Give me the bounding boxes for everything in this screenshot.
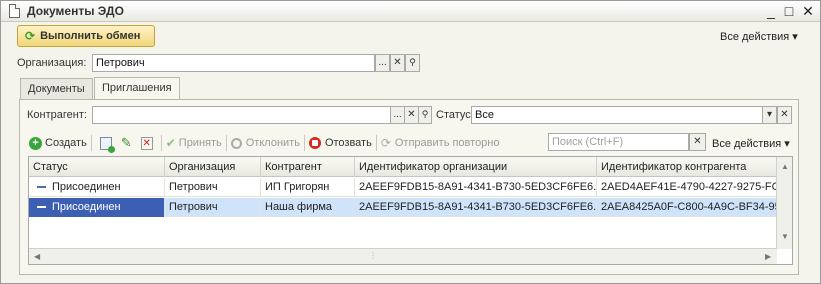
scroll-right-icon[interactable]: ▶	[765, 252, 771, 261]
organization-field[interactable]: Петрович	[92, 54, 375, 72]
separator	[303, 135, 305, 151]
edit-icon[interactable]: ✎	[121, 135, 132, 151]
list-all-actions-menu[interactable]: Все действия ▾	[712, 137, 790, 150]
counterparty-clear-button[interactable]: ✕	[404, 106, 419, 124]
row-org-id-cell: 2AEEF9FDB15-8A91-4341-B730-5ED3CF6FE6...	[355, 178, 597, 197]
column-header-status[interactable]: Статус	[29, 157, 165, 177]
exchange-button-label: Выполнить обмен	[40, 30, 141, 42]
prohibited-icon	[230, 137, 242, 149]
refresh-icon: ⟳	[25, 29, 36, 43]
refresh-icon: ⟳	[380, 136, 391, 150]
search-clear-button[interactable]: ✕	[689, 133, 706, 151]
row-counterparty-cell: Наша фирма	[261, 198, 355, 217]
close-button[interactable]: ✕	[800, 3, 816, 19]
add-icon: +	[29, 136, 42, 150]
all-actions-menu[interactable]: Все действия ▾	[720, 30, 798, 43]
column-header-org-id[interactable]: Идентификатор организации	[355, 157, 597, 177]
status-label: Статус:	[436, 109, 474, 121]
status-text: Присоединен	[52, 181, 121, 193]
status-text: Присоединен	[52, 201, 121, 213]
scroll-thumb-grip-icon[interactable]: ⋮	[369, 251, 377, 260]
minimize-button[interactable]: _	[763, 3, 779, 19]
resend-button[interactable]: ⟳ Отправить повторно	[381, 136, 500, 150]
row-counterparty-id-cell: 2AEA8425A0F-C800-4A9C-BF34-958	[601, 201, 777, 213]
create-button-label: Создать	[45, 137, 87, 149]
accept-button[interactable]: ✔ Принять	[166, 136, 222, 150]
scroll-left-icon[interactable]: ◀	[34, 252, 40, 261]
window-title: Документы ЭДО	[27, 4, 124, 18]
separator	[375, 135, 377, 151]
magnifier-icon: ⚲	[409, 57, 416, 67]
table-header: Статус Организация Контрагент Идентифика…	[29, 157, 777, 177]
status-dash-icon	[37, 186, 46, 189]
copy-icon[interactable]	[99, 136, 115, 153]
revoke-button[interactable]: Отозвать	[308, 137, 372, 149]
scroll-up-icon[interactable]: ▲	[781, 162, 789, 171]
status-select[interactable]: Все	[471, 106, 763, 124]
revoke-button-label: Отозвать	[324, 137, 372, 149]
chevron-down-icon: ▾	[766, 109, 773, 120]
status-dash-icon	[37, 206, 46, 209]
counterparty-field[interactable]	[92, 106, 391, 124]
reject-button-label: Отклонить	[245, 137, 300, 149]
counterparty-label: Контрагент:	[27, 109, 87, 121]
edo-documents-window: Документы ЭДО _ □ ✕ ⟳ Выполнить обмен Вс…	[0, 0, 821, 284]
horizontal-scrollbar[interactable]: ◀ ⋮ ▶	[29, 248, 777, 264]
counterparty-select-button[interactable]: ...	[390, 106, 405, 124]
maximize-button[interactable]: □	[781, 3, 797, 19]
table-row[interactable]: Присоединен Петрович ИП Григорян 2AEEF9F…	[29, 178, 777, 197]
row-org-id-cell: 2AEEF9FDB15-8A91-4341-B730-5ED3CF6FE6...	[355, 198, 597, 217]
exchange-button[interactable]: ⟳ Выполнить обмен	[17, 25, 155, 47]
column-header-counterparty-id[interactable]: Идентификатор контрагента	[597, 157, 777, 177]
search-input[interactable]: Поиск (Ctrl+F)	[548, 133, 689, 151]
reject-button[interactable]: Отклонить	[230, 137, 300, 149]
stop-icon	[308, 137, 321, 149]
invitations-table[interactable]: Статус Организация Контрагент Идентифика…	[28, 156, 793, 265]
row-status-cell: Присоединен	[29, 198, 165, 217]
clear-icon: ✕	[407, 109, 416, 120]
organization-label: Организация:	[17, 57, 87, 69]
separator	[90, 135, 92, 151]
magnifier-icon: ⚲	[421, 109, 429, 119]
column-header-counterparty[interactable]: Контрагент	[261, 157, 355, 177]
clear-icon: ✕	[393, 57, 402, 68]
title-bar: Документы ЭДО _ □ ✕	[1, 1, 820, 22]
clear-icon: ✕	[780, 109, 789, 120]
row-organization-cell: Петрович	[165, 178, 261, 197]
tab-invitations[interactable]: Приглашения	[94, 77, 180, 99]
clear-icon: ✕	[693, 136, 702, 147]
row-organization-cell: Петрович	[165, 198, 261, 217]
create-button[interactable]: + Создать	[29, 136, 87, 150]
column-header-organization[interactable]: Организация	[165, 157, 261, 177]
checkmark-icon: ✔	[165, 136, 176, 150]
organization-select-button[interactable]: ...	[375, 54, 390, 72]
row-status-cell: Присоединен	[29, 178, 165, 197]
resend-button-label: Отправить повторно	[394, 137, 500, 149]
tab-documents[interactable]: Документы	[20, 78, 93, 99]
delete-icon[interactable]: ✕	[140, 136, 153, 150]
separator	[160, 135, 162, 151]
counterparty-open-button[interactable]: ⚲	[418, 106, 432, 124]
row-counterparty-id-cell: 2AED4AEF41E-4790-4227-9275-FC6	[601, 181, 777, 193]
separator	[225, 135, 227, 151]
document-icon	[9, 4, 20, 18]
scroll-down-icon[interactable]: ▼	[781, 232, 789, 241]
organization-clear-button[interactable]: ✕	[390, 54, 405, 72]
vertical-scrollbar[interactable]: ▲ ▼	[776, 157, 792, 249]
list-toolbar: + Создать ✎ ✕ ✔ Принять Отклонить Отозва…	[29, 133, 500, 153]
row-counterparty-cell: ИП Григорян	[261, 178, 355, 197]
status-clear-button[interactable]: ✕	[777, 106, 792, 124]
accept-button-label: Принять	[178, 137, 222, 149]
table-row[interactable]: Присоединен Петрович Наша фирма 2AEEF9FD…	[29, 198, 777, 217]
status-dropdown-button[interactable]: ▾	[762, 106, 777, 124]
organization-open-button[interactable]: ⚲	[405, 54, 420, 72]
